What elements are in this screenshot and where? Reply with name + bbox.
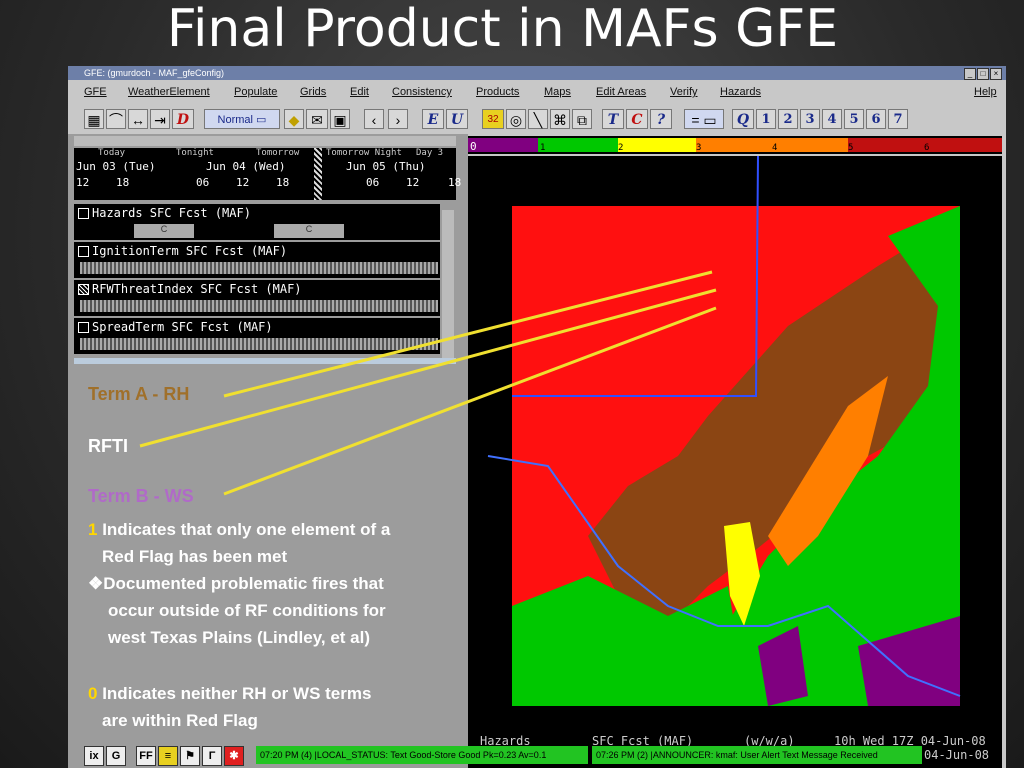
- status-announcer[interactable]: 07:26 PM (2) |ANNOUNCER: kmaf: User Aler…: [592, 746, 922, 764]
- note-one-number: 1: [88, 520, 98, 539]
- notes-icon[interactable]: ≡: [158, 746, 178, 766]
- ix-icon[interactable]: ix: [84, 746, 104, 766]
- ff-icon[interactable]: FF: [136, 746, 156, 766]
- note-zero: 0 Indicates neither RH or WS terms: [88, 684, 371, 704]
- note-bullet: ❖Documented problematic fires that: [88, 574, 384, 594]
- note-rfti: RFTI: [88, 436, 128, 456]
- note-one-text-2: Red Flag has been met: [102, 547, 288, 566]
- chart-icon[interactable]: Γ: [202, 746, 222, 766]
- note-one-text: Indicates that only one element of a: [102, 520, 391, 539]
- note-term-a: Term A - RH: [88, 384, 190, 404]
- arrow-rfti: [139, 288, 717, 448]
- status-local[interactable]: 07:20 PM (4) |LOCAL_STATUS: Text Good-St…: [256, 746, 588, 764]
- note-term-b: Term B - WS: [88, 486, 194, 506]
- note-bullet-text: Documented problematic fires that: [103, 574, 384, 593]
- note-zero-number: 0: [88, 684, 98, 703]
- note-zero-text: Indicates neither RH or WS terms: [102, 684, 372, 703]
- arrow-term-b: [223, 306, 717, 496]
- note-one: 1 Indicates that only one element of a: [88, 520, 390, 540]
- g-logo-icon[interactable]: G: [106, 746, 126, 766]
- note-bullet-2: occur outside of RF conditions for: [108, 601, 386, 620]
- wind-icon[interactable]: ⚑: [180, 746, 200, 766]
- arrow-term-a: [223, 270, 713, 398]
- taskbar: ix G FF ≡ ⚑ Γ ✱ 07:20 PM (4) |LOCAL_STAT…: [84, 744, 924, 768]
- snowflake-icon[interactable]: ✱: [224, 746, 244, 766]
- note-bullet-3: west Texas Plains (Lindley, et al): [108, 628, 371, 647]
- diamond-bullet-icon: ❖: [88, 574, 104, 593]
- note-zero-text-2: are within Red Flag: [102, 711, 258, 730]
